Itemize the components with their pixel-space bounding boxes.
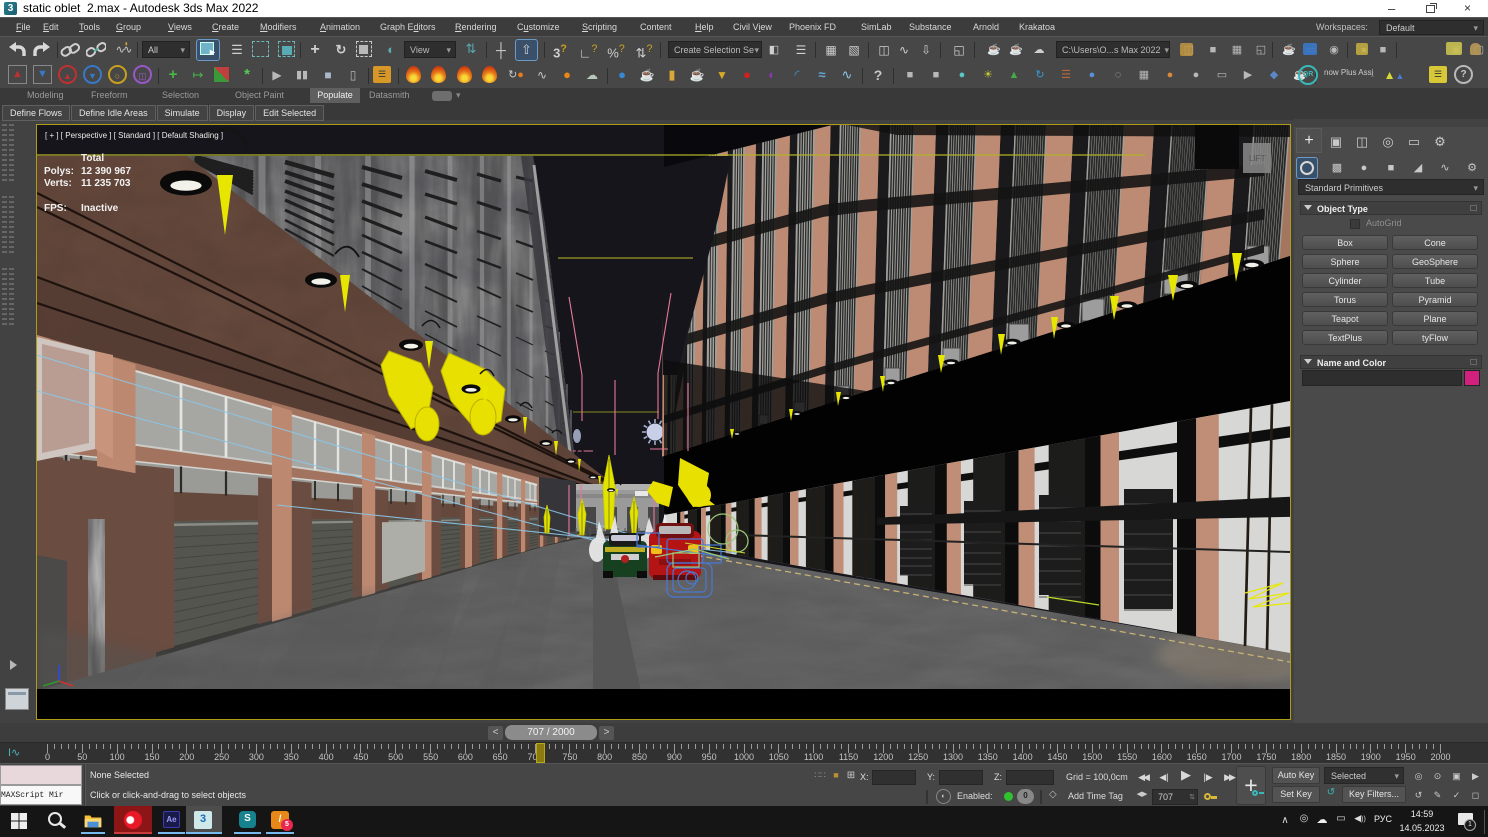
svg-text:12 390 967: 12 390 967	[81, 166, 131, 177]
svg-text:FPS:: FPS:	[44, 203, 67, 214]
svg-text:Total: Total	[81, 153, 104, 164]
svg-text:[ + ] [ Perspective ] [ Standa: [ + ] [ Perspective ] [ Standard ] [ Def…	[45, 131, 223, 140]
svg-text:Polys:: Polys:	[44, 166, 74, 177]
svg-text:Inactive: Inactive	[81, 203, 119, 214]
svg-text:Verts:: Verts:	[44, 178, 72, 189]
svg-text:LIFT: LIFT	[1249, 154, 1266, 163]
svg-text:11 235 703: 11 235 703	[81, 178, 131, 189]
